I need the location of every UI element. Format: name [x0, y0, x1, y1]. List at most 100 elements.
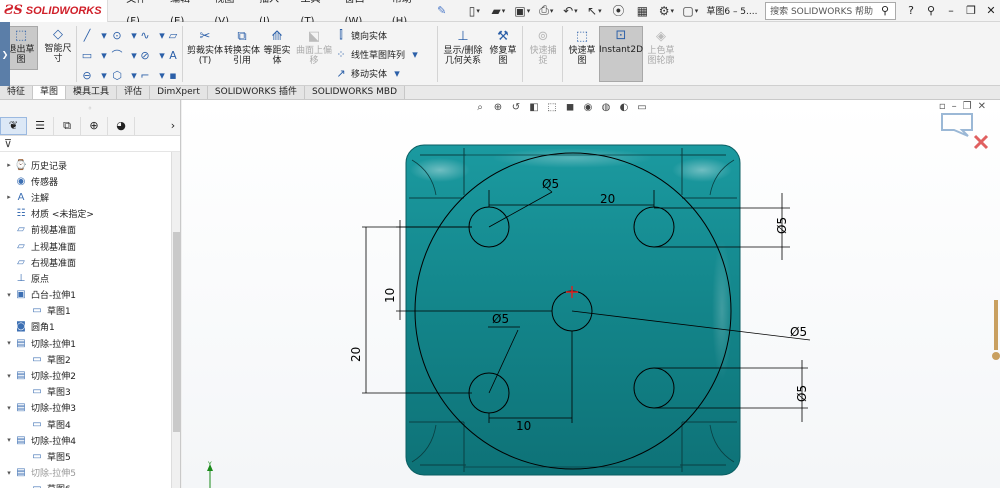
help-icon[interactable]: ? [902, 4, 920, 17]
tab-0[interactable]: 特征 [0, 86, 34, 99]
tree-item[interactable]: ▾ ▤ 切除-拉伸4 [0, 432, 180, 448]
shaded-sketch-contours-button[interactable]: ◈ 上色草图轮廓 [644, 28, 678, 66]
dim-dia-bottom-left[interactable]: Ø5 [492, 312, 509, 326]
save-icon[interactable]: ▣ ▾ [512, 2, 532, 20]
circle-tool[interactable]: ⊙ ▾ [110, 28, 141, 42]
rapid-sketch-button[interactable]: ⬚ 快速草图 [566, 28, 598, 66]
offset-on-surface-button[interactable]: ⬕ 曲面上偏移 [294, 28, 334, 66]
dim-dia-top-left[interactable]: Ø5 [542, 177, 559, 191]
feature-tree-tab-icon[interactable]: ❦ [0, 116, 27, 135]
polygon-tool[interactable]: ⬡ ▾ [110, 68, 141, 82]
tab-6[interactable]: SOLIDWORKS MBD [305, 86, 405, 99]
tree-item[interactable]: ▭ 草图5 [0, 448, 180, 464]
expand-toggle-icon[interactable]: ▾ [4, 469, 14, 477]
dim-bottom-offset[interactable]: 10 [516, 419, 531, 433]
tree-item[interactable]: ◉ 传感器 [0, 173, 180, 189]
user-icon[interactable]: ⚲ [922, 4, 940, 17]
convert-entities-button[interactable]: ⧉ 转换实体引用 [224, 28, 260, 66]
scrollbar-thumb[interactable] [173, 232, 180, 432]
restore-icon[interactable]: ❐ [962, 4, 980, 17]
tree-item[interactable]: ⊥ 原点 [0, 270, 180, 286]
ribbon-collapse-handle[interactable]: ❯ [0, 22, 10, 86]
filter-icon[interactable]: ⊽ [4, 137, 12, 150]
tree-item[interactable]: ▭ 草图4 [0, 416, 180, 432]
property-manager-tab-icon[interactable]: ☰ [27, 116, 54, 135]
line-tool[interactable]: ╱ ▾ [80, 28, 111, 42]
exit-sketch-corner-icon[interactable] [941, 113, 973, 137]
rectangle-tool[interactable]: ▭ ▾ [80, 48, 111, 62]
search-input[interactable]: 搜索 SOLIDWORKS 帮助 [766, 4, 875, 17]
expand-toggle-icon[interactable]: ▸ [4, 193, 14, 201]
move-entities-button[interactable]: ↗ 移动实体 ▾ [334, 66, 404, 80]
tree-item[interactable]: ▸ A 注解 [0, 189, 180, 205]
tree-item[interactable]: ▾ ▤ 切除-拉伸5 [0, 465, 180, 481]
tree-item[interactable]: ▱ 前视基准面 [0, 222, 180, 238]
quick-snaps-button[interactable]: ⊚ 快速捕捉 [526, 28, 560, 66]
configuration-manager-tab-icon[interactable]: ⧉ [54, 116, 81, 135]
arc-tool[interactable]: ⌒ ▾ [110, 48, 141, 63]
repair-sketch-button[interactable]: ⚒ 修复草图 [486, 28, 520, 66]
task-pane-handle[interactable] [992, 300, 1000, 360]
tree-item[interactable]: ▭ 草图1 [0, 303, 180, 319]
plane-tool[interactable]: ▱ [166, 28, 180, 42]
tree-item[interactable]: ▸ ⌚ 历史记录 [0, 157, 180, 173]
fillet-tool[interactable]: ⌐ ▾ [138, 68, 169, 82]
tree-item[interactable]: ▱ 右视基准面 [0, 254, 180, 270]
tab-1[interactable]: 草图 [33, 86, 67, 99]
text-tool[interactable]: A [166, 48, 180, 62]
tree-item[interactable]: ☷ 材质 <未指定> [0, 206, 180, 222]
expand-toggle-icon[interactable]: ▸ [4, 161, 14, 169]
smart-dimension-button[interactable]: ◇ 智能尺寸 [42, 26, 74, 64]
linear-pattern-button[interactable]: ⁘ 线性草图阵列 ▾ [334, 47, 422, 61]
tab-5[interactable]: SOLIDWORKS 插件 [207, 86, 306, 99]
open-folder-icon[interactable]: ▰ ▾ [488, 2, 508, 20]
options-gear-icon[interactable]: ⚙ ▾ [656, 2, 676, 20]
pin-icon[interactable]: ✎ [437, 4, 446, 17]
app-logo[interactable]: ƧS SOLIDWORKS [0, 0, 109, 22]
sketch-canvas[interactable]: Ø5 20 Ø5 10 Ø5 Ø5 20 Ø5 10 Y [182, 100, 1000, 488]
ellipse-tool[interactable]: ⊘ ▾ [138, 48, 169, 62]
dim-left-offset[interactable]: 10 [383, 288, 397, 303]
dimxpert-tab-icon[interactable]: ⊕ [81, 116, 108, 135]
tab-3[interactable]: 评估 [117, 86, 151, 99]
chevron-right-icon[interactable]: › [166, 119, 180, 132]
close-icon[interactable]: ✕ [982, 4, 1000, 17]
tree-item[interactable]: ▾ ▣ 凸台-拉伸1 [0, 287, 180, 303]
dim-dia-center[interactable]: Ø5 [790, 325, 807, 339]
slot-tool[interactable]: ⊖ ▾ [80, 68, 111, 82]
graphics-area[interactable]: ⌕ ⊕ ↺ ◧ ⬚ ◼ ◉ ◍ ◐ ▭ ▫ – ❐ ✕ Ø5 20 Ø5 10 … [182, 100, 1000, 488]
print-icon[interactable]: ⎙ ▾ [536, 2, 556, 20]
expand-toggle-icon[interactable]: ▾ [4, 436, 14, 444]
search-icon[interactable]: ⚲ [875, 4, 895, 17]
cancel-corner-icon[interactable] [973, 134, 989, 150]
tree-item[interactable]: ▾ ▤ 切除-拉伸3 [0, 400, 180, 416]
undo-icon[interactable]: ↶ ▾ [560, 2, 580, 20]
tree-filter[interactable]: ⊽ [0, 136, 180, 152]
panel-grip[interactable]: ◦ [0, 100, 180, 116]
expand-toggle-icon[interactable]: ▾ [4, 372, 14, 380]
expand-toggle-icon[interactable]: ▾ [4, 291, 14, 299]
tree-item[interactable]: ◙ 圆角1 [0, 319, 180, 335]
select-cursor-icon[interactable]: ↖ ▾ [584, 2, 604, 20]
expand-toggle-icon[interactable]: ▾ [4, 339, 14, 347]
instant2d-button[interactable]: ⊡ Instant2D [599, 26, 643, 82]
mirror-entities-button[interactable]: ⫿ 镜向实体 [334, 28, 387, 42]
dim-dia-top-right[interactable]: Ø5 [775, 217, 789, 234]
offset-entities-button[interactable]: ⟰ 等距实体 [260, 28, 294, 66]
tree-item[interactable]: ▾ ▤ 切除-拉伸2 [0, 367, 180, 383]
spline-tool[interactable]: ∿ ▾ [138, 28, 169, 42]
rebuild-icon[interactable]: ▦ [632, 2, 652, 20]
traffic-light-icon[interactable]: ⦿ [608, 2, 628, 20]
part-body[interactable] [405, 144, 741, 476]
tree-item[interactable]: ▭草图6 [0, 481, 180, 488]
tree-item[interactable]: ▭ 草图3 [0, 384, 180, 400]
minimize-icon[interactable]: – [942, 4, 960, 17]
display-relations-button[interactable]: ⊥ 显示/删除几何关系 [440, 28, 486, 66]
help-search-box[interactable]: 搜索 SOLIDWORKS 帮助 ⚲ [765, 1, 896, 20]
window-icon[interactable]: ▢ ▾ [680, 2, 700, 20]
expand-toggle-icon[interactable]: ▾ [4, 404, 14, 412]
tab-4[interactable]: DimXpert [150, 86, 208, 99]
new-document-icon[interactable]: ▯ ▾ [464, 2, 484, 20]
tree-scrollbar[interactable] [171, 152, 180, 488]
dim-top-spacing[interactable]: 20 [600, 192, 615, 206]
